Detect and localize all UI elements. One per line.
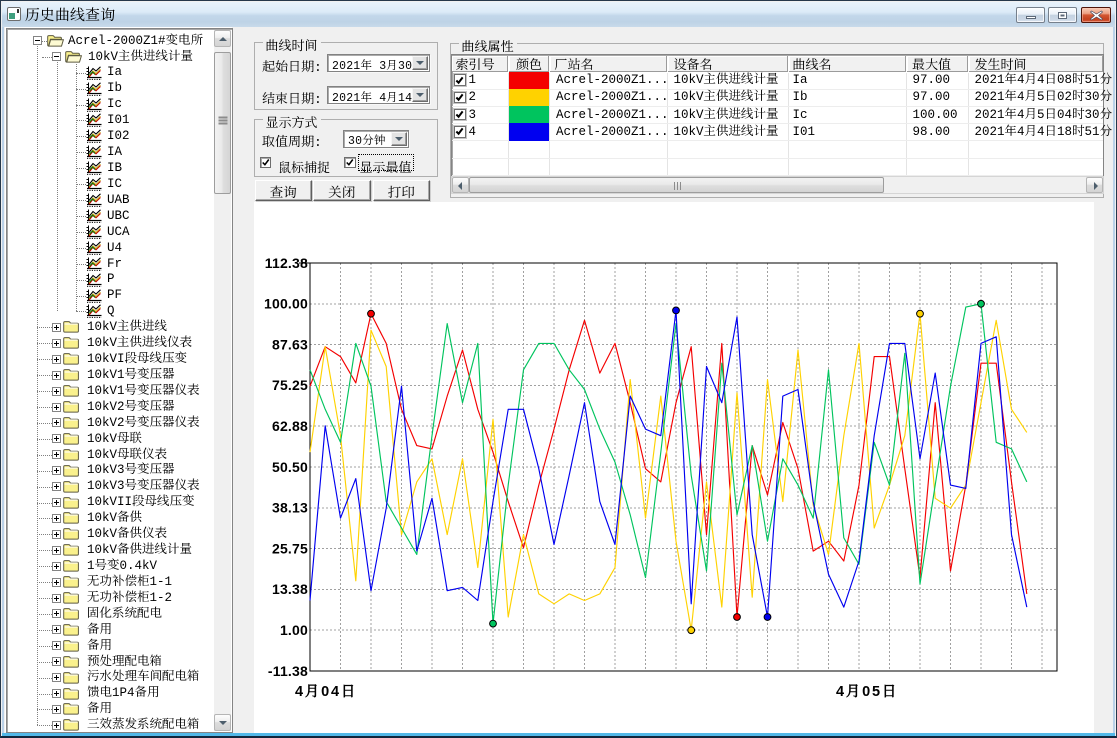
svg-text:38.13: 38.13 <box>272 499 308 515</box>
svg-text:50.50: 50.50 <box>272 458 308 474</box>
svg-text:75.25: 75.25 <box>272 377 308 393</box>
svg-text:-11.38: -11.38 <box>268 662 308 678</box>
svg-text:25.75: 25.75 <box>272 540 308 556</box>
svg-text:112.38: 112.38 <box>265 254 308 270</box>
svg-text:100.00: 100.00 <box>264 295 308 311</box>
svg-text:13.38: 13.38 <box>272 581 308 597</box>
svg-text:4月05日: 4月05日 <box>836 684 898 700</box>
svg-text:4月04日: 4月04日 <box>295 684 357 700</box>
svg-text:1.00: 1.00 <box>280 622 308 638</box>
svg-text:62.88: 62.88 <box>272 418 308 434</box>
svg-text:87.63: 87.63 <box>272 336 308 352</box>
